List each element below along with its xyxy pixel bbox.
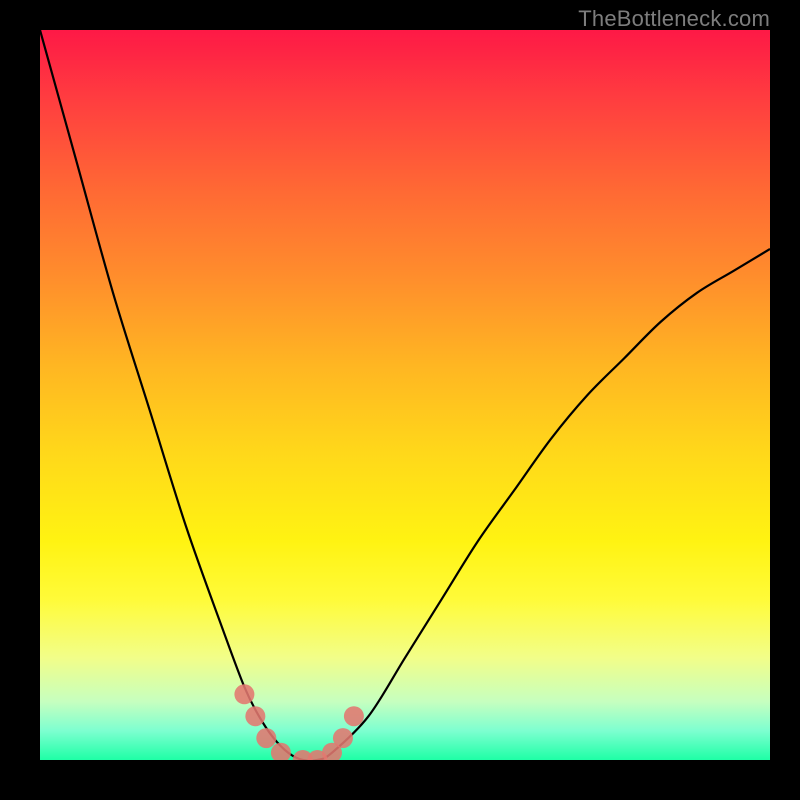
marker-group	[234, 684, 364, 760]
marker-dot	[333, 728, 353, 748]
watermark-text: TheBottleneck.com	[578, 6, 770, 32]
bottleneck-curve	[40, 30, 770, 760]
chart-container: TheBottleneck.com	[0, 0, 800, 800]
marker-dot	[344, 706, 364, 726]
chart-svg	[40, 30, 770, 760]
marker-dot	[234, 684, 254, 704]
marker-dot	[256, 728, 276, 748]
marker-dot	[271, 743, 291, 760]
marker-dot	[245, 706, 265, 726]
plot-area	[40, 30, 770, 760]
